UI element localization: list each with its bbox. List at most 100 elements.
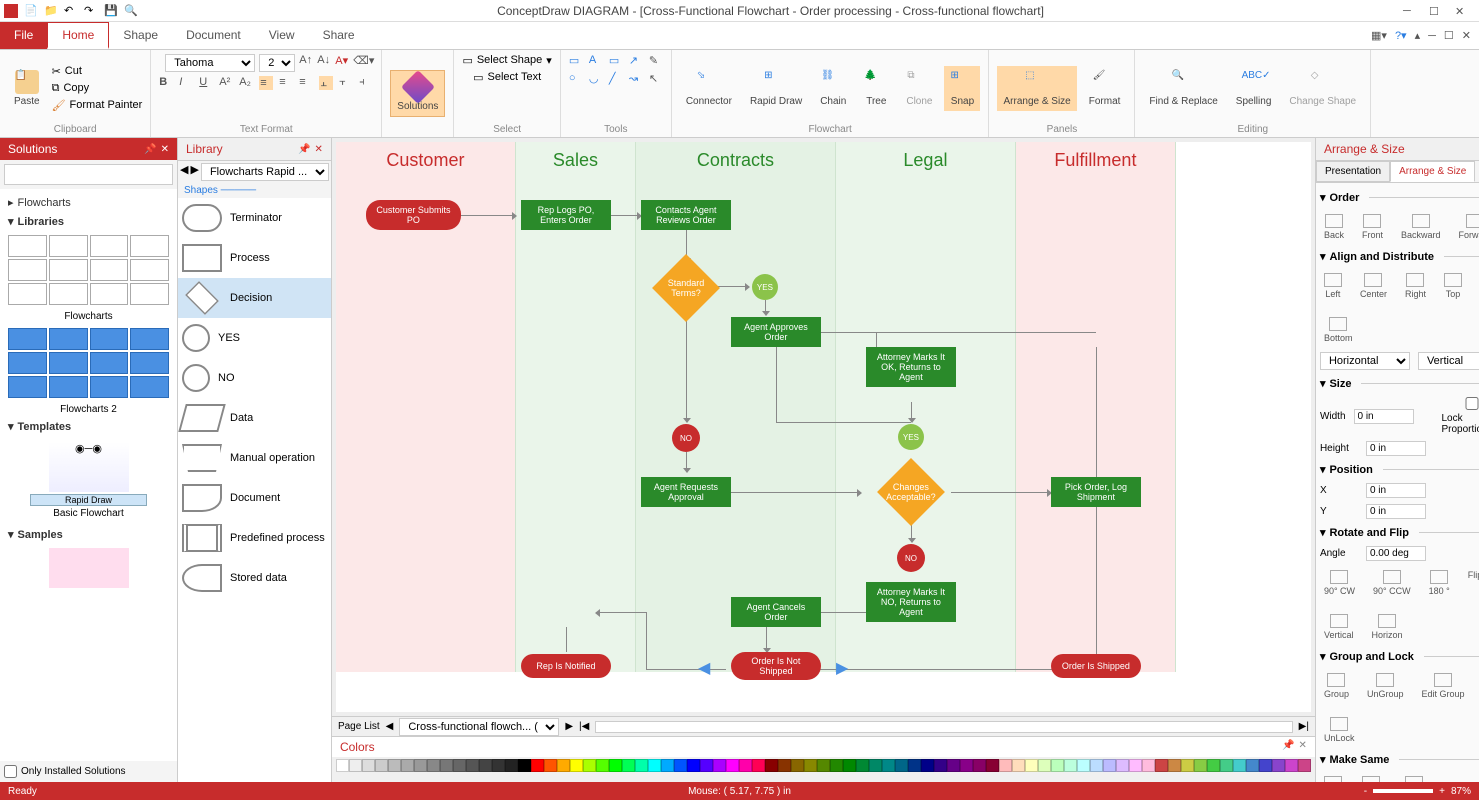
node-attorney-no[interactable]: Attorney Marks It NO, Returns to Agent xyxy=(866,582,956,622)
undo-icon[interactable]: ↶ xyxy=(64,4,78,18)
format-button[interactable]: 🖌Format xyxy=(1083,66,1127,111)
template-basic-flowchart[interactable]: ◉─◉ Rapid Draw Basic Flowchart xyxy=(4,436,173,525)
swatch[interactable] xyxy=(583,759,596,772)
select-shape-button[interactable]: ▭Select Shape▾ xyxy=(462,54,551,67)
shape-process[interactable]: Process xyxy=(178,238,331,278)
swatch[interactable] xyxy=(1259,759,1272,772)
menu-share[interactable]: Share xyxy=(309,22,369,49)
zoom-in-icon[interactable]: + xyxy=(1439,786,1445,797)
swatch[interactable] xyxy=(362,759,375,772)
angle-input[interactable] xyxy=(1366,546,1426,561)
swatch[interactable] xyxy=(1181,759,1194,772)
swatch[interactable] xyxy=(1077,759,1090,772)
swatch[interactable] xyxy=(349,759,362,772)
close-icon[interactable]: ✕ xyxy=(1455,5,1467,17)
shape-decision[interactable]: Decision xyxy=(178,278,331,318)
swatch[interactable] xyxy=(921,759,934,772)
shape-yes[interactable]: YES xyxy=(178,318,331,358)
swatch[interactable] xyxy=(687,759,700,772)
format-painter-button[interactable]: 🖌Format Painter xyxy=(52,99,143,112)
btn-center[interactable]: Center xyxy=(1360,273,1387,299)
shape-terminator[interactable]: Terminator xyxy=(178,198,331,238)
save-icon[interactable]: 💾 xyxy=(104,4,118,18)
rapid-draw-button[interactable]: ⊞Rapid Draw xyxy=(744,66,808,111)
change-shape-button[interactable]: ◇Change Shape xyxy=(1283,66,1362,111)
swatch[interactable] xyxy=(1233,759,1246,772)
flowcharts2-grid[interactable] xyxy=(4,324,173,402)
swatch[interactable] xyxy=(739,759,752,772)
close2-icon[interactable]: ✕ xyxy=(1462,29,1471,42)
btn-group[interactable]: Group xyxy=(1324,673,1349,699)
font-color-icon[interactable]: A▾ xyxy=(335,54,349,68)
swatch[interactable] xyxy=(700,759,713,772)
btn-forward[interactable]: Forward xyxy=(1458,214,1479,240)
sect-position[interactable]: ▾ Position xyxy=(1320,459,1479,480)
help-icon[interactable]: ?▾ xyxy=(1395,29,1407,42)
swatch[interactable] xyxy=(1129,759,1142,772)
sect-align[interactable]: ▾ Align and Distribute xyxy=(1320,246,1479,267)
cut-button[interactable]: ✂Cut xyxy=(52,65,143,78)
page-last-icon[interactable]: ▶| xyxy=(1299,721,1309,732)
solutions-button[interactable]: Solutions xyxy=(390,70,445,117)
arc-tool-icon[interactable]: ◡ xyxy=(589,72,603,86)
close-panel-icon[interactable]: ✕ xyxy=(1299,740,1307,754)
btn-fliph[interactable]: Horizon xyxy=(1371,614,1402,640)
swatch[interactable] xyxy=(466,759,479,772)
dist-v-select[interactable]: Vertical xyxy=(1418,352,1479,370)
shapes-heading[interactable]: Shapes ───── xyxy=(178,183,331,198)
node-rep-logs[interactable]: Rep Logs PO, Enters Order xyxy=(521,200,611,230)
swatch[interactable] xyxy=(791,759,804,772)
valign-mid-icon[interactable]: ⫟ xyxy=(339,76,353,90)
node-yes1[interactable]: YES xyxy=(752,274,778,300)
select-text-button[interactable]: ▭Select Text xyxy=(473,71,541,84)
swatch[interactable] xyxy=(622,759,635,772)
node-yes2[interactable]: YES xyxy=(898,424,924,450)
swatch[interactable] xyxy=(934,759,947,772)
zoom-out-icon[interactable]: - xyxy=(1364,786,1367,797)
swatch[interactable] xyxy=(947,759,960,772)
tree-samples[interactable]: ▾ Samples xyxy=(4,525,173,544)
swatch[interactable] xyxy=(557,759,570,772)
swatch[interactable] xyxy=(986,759,999,772)
snap-button[interactable]: ⊞Snap xyxy=(944,66,980,111)
arrow-tool-icon[interactable]: ↗ xyxy=(629,54,643,68)
swatch[interactable] xyxy=(1051,759,1064,772)
swatch[interactable] xyxy=(648,759,661,772)
brush-tool-icon[interactable]: ✎ xyxy=(649,54,663,68)
dist-h-select[interactable]: Horizontal xyxy=(1320,352,1410,370)
swatch[interactable] xyxy=(1168,759,1181,772)
node-rep-notified[interactable]: Rep Is Notified xyxy=(521,654,611,678)
node-customer-submits[interactable]: Customer Submits PO xyxy=(366,200,461,230)
swatch[interactable] xyxy=(752,759,765,772)
swatch[interactable] xyxy=(817,759,830,772)
swatch[interactable] xyxy=(479,759,492,772)
swatch[interactable] xyxy=(401,759,414,772)
swatch[interactable] xyxy=(609,759,622,772)
swatch[interactable] xyxy=(895,759,908,772)
swatch[interactable] xyxy=(336,759,349,772)
swatch[interactable] xyxy=(531,759,544,772)
tab-presentation[interactable]: Presentation xyxy=(1316,161,1390,182)
swatch[interactable] xyxy=(1155,759,1168,772)
x-input[interactable] xyxy=(1366,483,1426,498)
page-first-icon[interactable]: |◀ xyxy=(579,721,589,732)
swatch[interactable] xyxy=(596,759,609,772)
align-center-icon[interactable]: ≡ xyxy=(279,76,293,90)
btn-ungroup[interactable]: UnGroup xyxy=(1367,673,1404,699)
swatch[interactable] xyxy=(1246,759,1259,772)
node-agent-approves[interactable]: Agent Approves Order xyxy=(731,317,821,347)
tree-templates[interactable]: ▾ Templates xyxy=(4,417,173,436)
node-no1[interactable]: NO xyxy=(672,424,700,452)
btn-right[interactable]: Right xyxy=(1405,273,1426,299)
paste-button[interactable]: 📋Paste xyxy=(8,66,46,111)
swatch[interactable] xyxy=(843,759,856,772)
y-input[interactable] xyxy=(1366,504,1426,519)
caret-icon[interactable]: ▴ xyxy=(1415,29,1421,42)
btn-ccw[interactable]: 90° CCW xyxy=(1373,570,1411,596)
preview-icon[interactable]: 🔍 xyxy=(124,4,138,18)
swatch[interactable] xyxy=(440,759,453,772)
swatch[interactable] xyxy=(453,759,466,772)
shape-manual-op[interactable]: Manual operation xyxy=(178,438,331,478)
swatch[interactable] xyxy=(1207,759,1220,772)
node-agent-cancels[interactable]: Agent Cancels Order xyxy=(731,597,821,627)
